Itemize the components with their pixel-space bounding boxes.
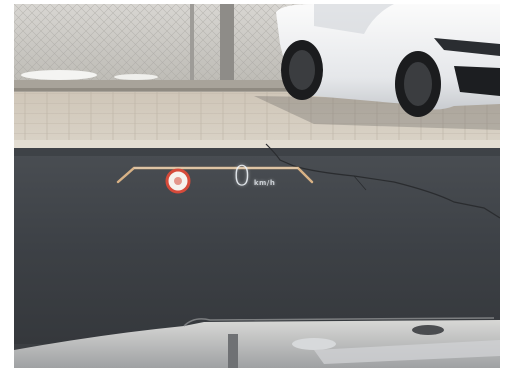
hud-speed-readout: 0 km/h xyxy=(233,161,282,195)
hud-speed-unit: km/h xyxy=(253,179,276,187)
hud-speed-value: 0 xyxy=(233,159,251,192)
photo: 0 km/h xyxy=(14,4,500,368)
